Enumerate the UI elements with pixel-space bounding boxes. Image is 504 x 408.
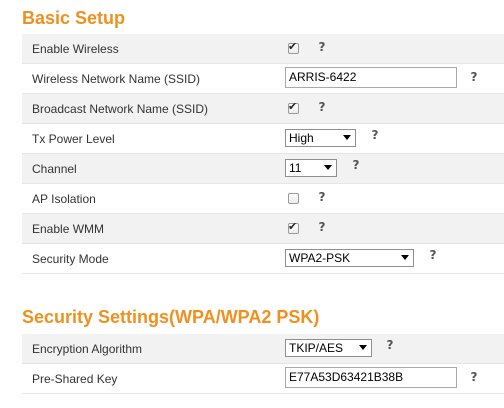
enable-wireless-label: Enable Wireless <box>32 42 119 56</box>
tx-power-label: Tx Power Level <box>32 132 115 146</box>
checkmark-icon: ✔ <box>288 100 298 113</box>
help-icon[interactable]: ? <box>427 249 439 261</box>
security-mode-select[interactable]: WPA2-PSK <box>285 249 414 267</box>
psk-row: Pre-Shared Key E77A53D63421B38B ? <box>22 364 504 394</box>
broadcast-ssid-label: Broadcast Network Name (SSID) <box>32 102 209 116</box>
dropdown-arrow-icon <box>359 345 367 350</box>
security-mode-row: Security Mode WPA2-PSK ? <box>22 244 504 274</box>
enable-wmm-label: Enable WMM <box>32 222 105 236</box>
enable-wmm-checkbox[interactable]: ✔ <box>288 220 299 234</box>
help-icon[interactable]: ? <box>350 159 362 171</box>
dropdown-arrow-icon <box>324 165 332 170</box>
checkmark-icon: ✔ <box>288 220 298 233</box>
security-settings-section: Encryption Algorithm TKIP/AES ? Pre-Shar… <box>22 334 504 394</box>
help-icon[interactable]: ? <box>468 371 480 383</box>
security-mode-selected-value: WPA2-PSK <box>289 251 351 265</box>
tx-power-row: Tx Power Level High ? <box>22 124 504 154</box>
psk-label: Pre-Shared Key <box>32 372 118 386</box>
ap-isolation-checkbox[interactable] <box>288 193 299 204</box>
psk-input[interactable]: E77A53D63421B38B <box>285 367 457 388</box>
ap-isolation-label: AP Isolation <box>32 192 96 206</box>
basic-setup-section: Enable Wireless ✔ ? Wireless Network Nam… <box>22 34 504 274</box>
enable-wmm-row: Enable WMM ✔ ? <box>22 214 504 244</box>
help-icon[interactable]: ? <box>316 101 328 113</box>
tx-power-selected-value: High <box>289 131 314 145</box>
help-icon[interactable]: ? <box>316 191 328 203</box>
enable-wireless-checkbox[interactable]: ✔ <box>288 40 299 54</box>
help-icon[interactable]: ? <box>384 339 396 351</box>
help-icon[interactable]: ? <box>316 41 328 53</box>
help-icon[interactable]: ? <box>468 71 480 83</box>
ssid-row: Wireless Network Name (SSID) ARRIS-6422 … <box>22 64 504 94</box>
channel-select[interactable]: 11 <box>285 159 337 177</box>
dropdown-arrow-icon <box>401 255 409 260</box>
help-icon[interactable]: ? <box>316 221 328 233</box>
ssid-input[interactable]: ARRIS-6422 <box>285 67 457 88</box>
encryption-row: Encryption Algorithm TKIP/AES ? <box>22 334 504 364</box>
channel-selected-value: 11 <box>289 161 302 175</box>
ssid-label: Wireless Network Name (SSID) <box>32 72 201 86</box>
broadcast-ssid-row: Broadcast Network Name (SSID) ✔ ? <box>22 94 504 124</box>
encryption-select[interactable]: TKIP/AES <box>285 339 372 357</box>
basic-setup-title: Basic Setup <box>22 8 126 28</box>
tx-power-select[interactable]: High <box>285 129 356 147</box>
channel-label: Channel <box>32 162 77 176</box>
help-icon[interactable]: ? <box>369 129 381 141</box>
dropdown-arrow-icon <box>343 135 351 140</box>
broadcast-ssid-checkbox[interactable]: ✔ <box>288 100 299 114</box>
encryption-label: Encryption Algorithm <box>32 342 143 356</box>
enable-wireless-row: Enable Wireless ✔ ? <box>22 34 504 64</box>
wireless-settings-page: Basic Setup Enable Wireless ✔ ? Wireless… <box>0 0 504 408</box>
channel-row: Channel 11 ? <box>22 154 504 184</box>
security-settings-title: Security Settings(WPA/WPA2 PSK) <box>22 307 320 327</box>
ap-isolation-row: AP Isolation ? <box>22 184 504 214</box>
security-mode-label: Security Mode <box>32 252 109 266</box>
checkmark-icon: ✔ <box>288 40 298 53</box>
encryption-selected-value: TKIP/AES <box>289 341 344 355</box>
